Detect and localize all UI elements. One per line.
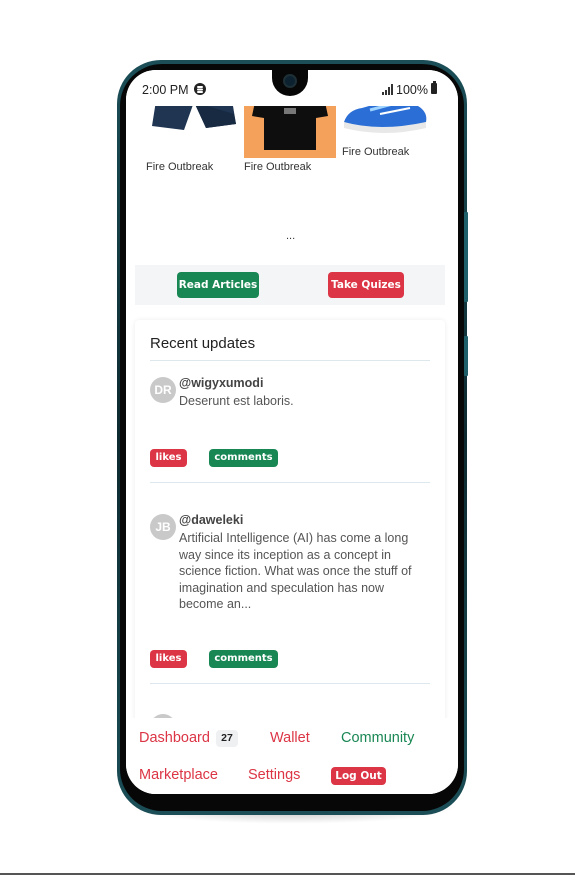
- divider: [150, 683, 430, 684]
- divider: [150, 360, 430, 361]
- avatar: DR: [150, 377, 176, 403]
- divider: [150, 482, 430, 483]
- likes-button[interactable]: likes: [150, 650, 187, 668]
- avatar: JB: [150, 514, 176, 540]
- page-bottom-rule: [0, 873, 575, 875]
- likes-button[interactable]: likes: [150, 449, 187, 467]
- nav-marketplace[interactable]: Marketplace: [139, 767, 218, 783]
- product-label: Fire Outbreak: [146, 161, 214, 173]
- comments-button[interactable]: comments: [209, 650, 278, 668]
- status-bar: 2:00 PM 100%: [126, 70, 458, 106]
- nav-community[interactable]: Community: [341, 730, 414, 746]
- take-quizzes-button[interactable]: Take Quizes: [328, 272, 404, 298]
- post-username[interactable]: @daweleki: [179, 513, 243, 527]
- battery-percent: 100%: [396, 83, 428, 97]
- camera-icon: [283, 74, 297, 88]
- battery-icon: [431, 81, 437, 94]
- phone-screen: Fire Outbreak Fire Outbreak Fire Outbrea…: [126, 70, 458, 794]
- dashboard-badge: 27: [216, 730, 238, 747]
- status-time: 2:00 PM: [142, 83, 189, 97]
- post-text: Artificial Intelligence (AI) has come a …: [179, 531, 412, 611]
- nav-settings[interactable]: Settings: [248, 767, 300, 783]
- product-label: Fire Outbreak: [342, 146, 410, 158]
- comments-button[interactable]: comments: [209, 449, 278, 467]
- product-label: Fire Outbreak: [244, 161, 312, 173]
- post-text: Deserunt est laboris.: [179, 394, 294, 408]
- post-username[interactable]: @wigyxumodi: [179, 376, 263, 390]
- signal-icon: [382, 84, 394, 95]
- action-strip: Read Articles Take Quizes: [135, 265, 445, 305]
- recent-updates-title: Recent updates: [150, 335, 256, 352]
- logout-button[interactable]: Log Out: [331, 767, 386, 785]
- nav-wallet[interactable]: Wallet: [270, 730, 310, 746]
- nav-dashboard[interactable]: Dashboard: [139, 730, 210, 746]
- spotify-icon: [194, 83, 206, 95]
- more-indicator: ...: [286, 230, 296, 242]
- power-button: [464, 336, 468, 376]
- read-articles-button[interactable]: Read Articles: [177, 272, 259, 298]
- volume-button: [464, 212, 468, 302]
- bottom-nav: Dashboard 27 Wallet Community Marketplac…: [126, 718, 458, 794]
